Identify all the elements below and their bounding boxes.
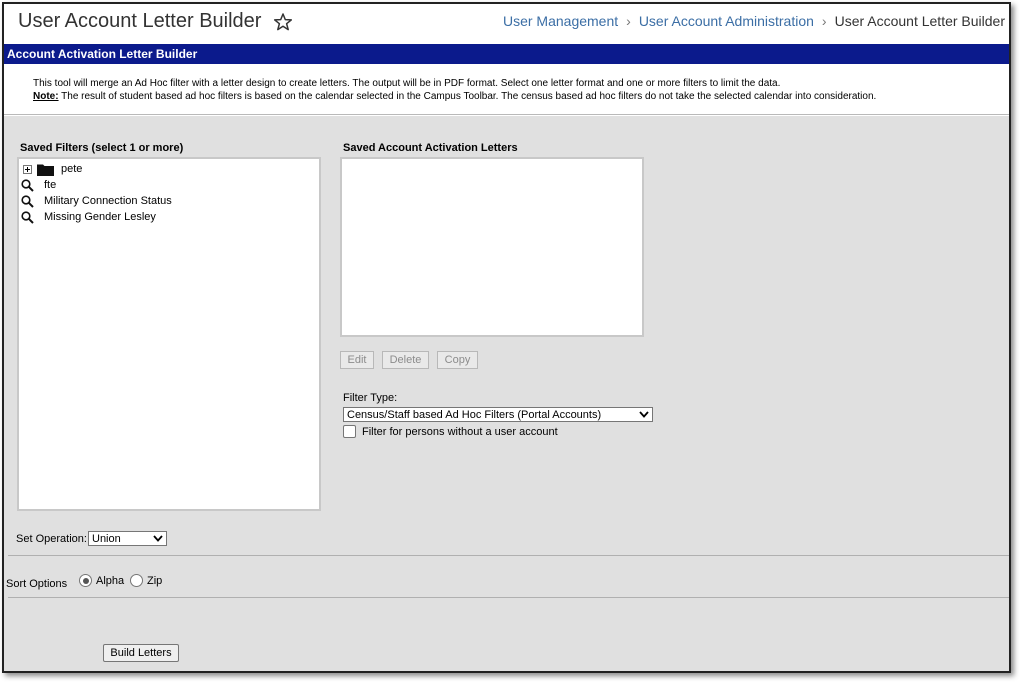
star-icon[interactable] — [273, 12, 293, 32]
filter-type-label: Filter Type: — [343, 392, 398, 404]
sort-zip-label: Zip — [147, 574, 163, 587]
copy-button[interactable]: Copy — [437, 351, 478, 369]
set-operation-value: Union — [92, 532, 121, 545]
breadcrumb-user-management[interactable]: User Management — [503, 13, 618, 29]
set-operation-select[interactable]: Union — [88, 531, 167, 546]
sort-alpha-radio[interactable] — [79, 574, 92, 587]
divider — [8, 597, 1009, 598]
intro-note: Note: The result of student based ad hoc… — [33, 91, 876, 103]
note-text: The result of student based ad hoc filte… — [58, 91, 877, 102]
search-icon — [21, 178, 34, 192]
no-account-filter[interactable]: Filter for persons without a user accoun… — [343, 425, 558, 438]
chevron-right-icon: › — [821, 13, 827, 29]
chevron-down-icon — [153, 535, 163, 542]
intro-text: This tool will merge an Ad Hoc filter wi… — [33, 78, 781, 89]
no-account-checkbox-label: Filter for persons without a user accoun… — [362, 425, 558, 438]
breadcrumb-current: User Account Letter Builder — [834, 13, 1005, 29]
divider — [8, 555, 1009, 556]
list-item[interactable]: Missing Gender Lesley — [21, 209, 156, 225]
breadcrumb-user-account-administration[interactable]: User Account Administration — [639, 13, 814, 29]
breadcrumb: User Management › User Account Administr… — [503, 13, 1005, 29]
chevron-right-icon: › — [626, 13, 631, 29]
delete-button[interactable]: Delete — [382, 351, 429, 369]
search-icon — [21, 194, 34, 208]
page-title: User Account Letter Builder — [18, 10, 262, 32]
expand-icon[interactable] — [23, 164, 32, 174]
saved-letters-list[interactable] — [340, 157, 644, 337]
sort-zip-option[interactable]: Zip — [130, 574, 162, 587]
tree-folder-pete[interactable]: pete — [23, 161, 82, 177]
list-item[interactable]: fte — [21, 177, 56, 193]
sort-options-label: Sort Options — [6, 578, 68, 590]
filter-type-value: Census/Staff based Ad Hoc Filters (Porta… — [347, 408, 602, 421]
sort-alpha-option[interactable]: Alpha — [79, 574, 124, 587]
intro-panel: This tool will merge an Ad Hoc filter wi… — [4, 64, 1009, 115]
edit-button[interactable]: Edit — [340, 351, 374, 369]
set-operation-label: Set Operation: — [16, 533, 87, 545]
filter-label: Missing Gender Lesley — [44, 211, 156, 223]
folder-label: pete — [61, 163, 83, 175]
folder-icon — [37, 164, 54, 176]
filter-label: Military Connection Status — [44, 195, 172, 207]
filter-type-select[interactable]: Census/Staff based Ad Hoc Filters (Porta… — [343, 407, 653, 422]
search-icon — [21, 210, 34, 224]
build-letters-button[interactable]: Build Letters — [103, 644, 179, 662]
no-account-checkbox[interactable] — [343, 425, 356, 438]
filter-label: fte — [44, 179, 57, 191]
saved-filters-label: Saved Filters (select 1 or more) — [20, 142, 184, 154]
app-window: User Account Letter Builder User Managem… — [2, 2, 1011, 673]
list-item[interactable]: Military Connection Status — [21, 193, 172, 209]
chevron-down-icon — [639, 411, 649, 418]
saved-letters-label: Saved Account Activation Letters — [343, 142, 518, 154]
sort-alpha-label: Alpha — [96, 574, 125, 587]
note-label: Note: — [33, 91, 59, 102]
section-banner: Account Activation Letter Builder — [4, 44, 1009, 64]
saved-filters-list[interactable]: pete fte Military Connection Status Miss… — [17, 157, 321, 511]
sort-zip-radio[interactable] — [130, 574, 143, 587]
page-header: User Account Letter Builder User Managem… — [4, 4, 1009, 44]
main-panel: Saved Filters (select 1 or more) pete ft… — [4, 116, 1009, 671]
